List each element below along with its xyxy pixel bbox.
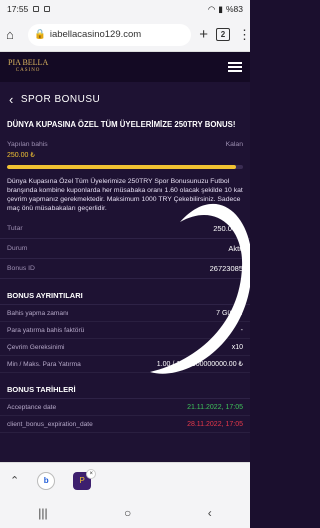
bet-label-row: Yapılan bahis Kalan bbox=[0, 141, 250, 148]
bonus-page: ‹ SPOR BONUSU DÜNYA KUPASINA ÖZEL TÜM ÜY… bbox=[0, 82, 250, 494]
tab-chip-casino[interactable]: P × bbox=[73, 468, 97, 490]
back-button[interactable]: ‹ SPOR BONUSU bbox=[0, 82, 250, 116]
hamburger-menu-icon[interactable] bbox=[228, 62, 242, 72]
back-nav-icon[interactable]: ‹ bbox=[208, 506, 212, 520]
bonus-title: DÜNYA KUPASINA ÖZEL TÜM ÜYELERİMİZE 250T… bbox=[7, 120, 236, 129]
recent-apps-icon[interactable]: ||| bbox=[38, 506, 47, 520]
detail-row: Çevrim Gereksinimi x10 bbox=[0, 339, 250, 356]
tabs-button[interactable]: 2 bbox=[216, 28, 230, 41]
wager-progress-fill bbox=[7, 165, 236, 169]
bet-value: 250.00 ₺ bbox=[7, 152, 35, 159]
detail-row: Min / Maks. Para Yatırma 1.00 / 10000000… bbox=[0, 356, 250, 373]
android-nav-bar: ||| ○ ‹ bbox=[0, 498, 250, 528]
bet-label: Yapılan bahis bbox=[7, 141, 48, 148]
site-logo[interactable]: PIA BELLA CASINO bbox=[8, 59, 48, 75]
lock-icon: 🔒 bbox=[34, 29, 46, 40]
address-bar[interactable]: 🔒 iabellacasino129.com bbox=[28, 23, 192, 46]
amount-value: 250.00 ₺ bbox=[213, 224, 243, 233]
tab-chip-b[interactable]: b bbox=[37, 471, 56, 490]
more-menu-icon[interactable]: ⋮ bbox=[238, 27, 251, 43]
status-battery: %83 bbox=[225, 4, 243, 14]
details-header: BONUS AYRINTILARI bbox=[0, 287, 250, 305]
dates-header: BONUS TARİHLERİ bbox=[0, 381, 250, 399]
detail-row: Para yatırma bahis faktörü - bbox=[0, 322, 250, 339]
acceptance-date: 21.11.2022, 17:05 bbox=[187, 403, 243, 411]
amount-row: Tutar 250.00 ₺ bbox=[0, 219, 250, 239]
chevron-left-icon: ‹ bbox=[9, 91, 14, 107]
page-title: SPOR BONUSU bbox=[20, 93, 101, 105]
status-time: 17:55 bbox=[7, 4, 29, 14]
remaining-label: Kalan bbox=[225, 141, 243, 148]
detail-row: Bahis yapma zamanı 7 Günler bbox=[0, 305, 250, 322]
app-notification-icon bbox=[44, 6, 51, 12]
browser-toolbar: ⌂ 🔒 iabellacasino129.com + 2 ⋮ bbox=[0, 18, 251, 52]
signal-icon: ▮ bbox=[218, 3, 223, 14]
app-notification-icon bbox=[33, 6, 40, 12]
home-circle-icon[interactable]: ○ bbox=[124, 506, 131, 520]
close-icon[interactable]: × bbox=[86, 468, 97, 479]
chevron-up-icon[interactable]: ⌃ bbox=[10, 474, 19, 487]
new-tab-icon[interactable]: + bbox=[199, 26, 208, 43]
home-icon[interactable]: ⌂ bbox=[6, 27, 20, 42]
site-header: PIA BELLA CASINO bbox=[0, 52, 250, 82]
status-row: Durum Aktif bbox=[0, 239, 250, 259]
browser-bottom-bar: ⌃ b P × bbox=[0, 462, 250, 498]
url-text: iabellacasino129.com bbox=[49, 29, 142, 40]
bonus-description: Dünya Kupasına Özel Tüm Üyelerimize 250T… bbox=[7, 178, 243, 212]
bonus-id-value: 26723085 bbox=[209, 264, 243, 273]
date-row: client_bonus_expiration_date 28.11.2022,… bbox=[0, 416, 250, 433]
expiration-date: 28.11.2022, 17:05 bbox=[187, 420, 243, 428]
wifi-icon: ◠ bbox=[207, 3, 216, 14]
status-value: Aktif bbox=[228, 244, 243, 253]
date-row: Acceptance date 21.11.2022, 17:05 bbox=[0, 399, 250, 416]
wager-progress-bar bbox=[7, 165, 243, 169]
status-bar: 17:55 ◠ ▮ %83 bbox=[0, 0, 250, 18]
bonus-id-row: Bonus ID 26723085 bbox=[0, 259, 250, 279]
